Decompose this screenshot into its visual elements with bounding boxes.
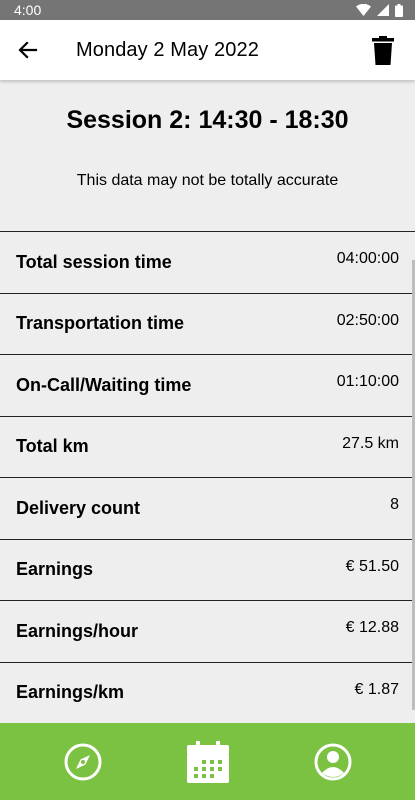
app-bar: Monday 2 May 2022 (0, 20, 415, 80)
delete-button[interactable] (351, 20, 415, 80)
profile-icon (314, 743, 351, 780)
stat-label: Delivery count (16, 497, 141, 518)
stat-row-transportation-time: Transportation time 02:50:00 (0, 292, 415, 355)
nav-calendar[interactable] (168, 723, 248, 800)
status-bar: 4:00 (0, 0, 415, 20)
session-header: Session 2: 14:30 - 18:30 This data may n… (0, 80, 415, 231)
app-title: Monday 2 May 2022 (76, 38, 259, 61)
stat-label: Total session time (16, 251, 172, 272)
stat-value: € 51.50 (345, 557, 399, 575)
stat-row-waiting-time: On-Call/Waiting time 01:10:00 (0, 354, 415, 416)
stat-label: On-Call/Waiting time (16, 374, 192, 395)
calendar-icon (186, 740, 229, 783)
stat-value: € 1.87 (354, 680, 399, 698)
stat-row-total-session-time: Total session time 04:00:00 (0, 231, 415, 293)
stat-row-earnings: Earnings € 51.50 (0, 538, 415, 601)
compass-icon (64, 743, 101, 780)
accuracy-disclaimer: This data may not be totally accurate (76, 172, 339, 189)
stat-label: Earnings/hour (16, 620, 139, 641)
nav-explore[interactable] (43, 723, 123, 800)
battery-icon (395, 3, 403, 17)
bottom-nav (0, 723, 415, 800)
stat-value: 04:00:00 (336, 250, 399, 268)
nav-profile[interactable] (293, 723, 373, 800)
back-button[interactable] (0, 20, 56, 80)
stat-row-delivery-count: Delivery count 8 (0, 477, 415, 539)
stat-value: 01:10:00 (336, 373, 399, 391)
stat-value: 8 (390, 496, 399, 514)
stat-value: € 12.88 (345, 619, 399, 637)
wifi-icon (356, 4, 371, 16)
arrow-left-icon (18, 41, 38, 59)
stat-label: Transportation time (16, 313, 185, 334)
status-time: 4:00 (14, 2, 42, 18)
stat-label: Total km (16, 436, 89, 457)
stat-row-earnings-per-hour: Earnings/hour € 12.88 (0, 600, 415, 662)
status-icons (356, 3, 403, 17)
stats-list: Total session time 04:00:00 Transportati… (0, 231, 415, 723)
stat-row-total-km: Total km 27.5 km (0, 415, 415, 478)
trash-icon (372, 35, 394, 65)
stat-value: 27.5 km (342, 434, 399, 452)
stat-label: Earnings (16, 559, 94, 580)
session-title: Session 2: 14:30 - 18:30 (66, 106, 349, 134)
stat-label: Earnings/km (16, 682, 125, 703)
stat-row-earnings-per-km: Earnings/km € 1.87 (0, 661, 415, 724)
signal-icon (377, 4, 389, 16)
stat-value: 02:50:00 (336, 311, 399, 329)
